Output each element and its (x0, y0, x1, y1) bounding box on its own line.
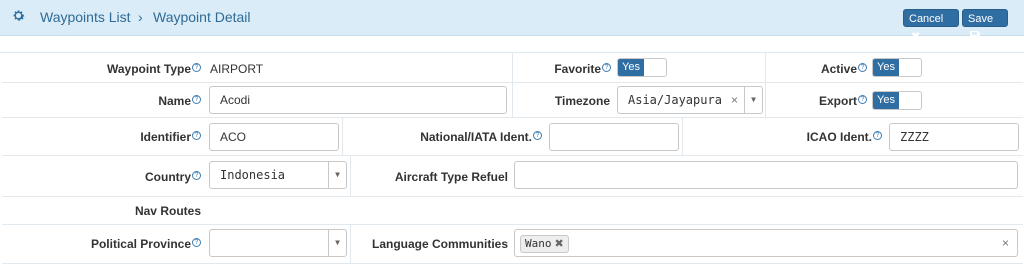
export-label-text: Export (818, 94, 857, 108)
identifier-input[interactable]: ACO (209, 123, 339, 151)
favorite-label-text: Favorite (554, 62, 601, 76)
name-label: Name? (2, 94, 201, 108)
form-row-5: Nav Routes (2, 197, 1023, 225)
help-icon[interactable]: ? (192, 171, 201, 180)
cell-divider (512, 53, 513, 82)
save-button-label: Save (968, 13, 994, 25)
country-label-text: Country (145, 170, 191, 184)
nav-routes-label: Nav Routes (134, 204, 201, 218)
political-province-label-text: Political Province (90, 237, 191, 251)
identifier-label: Identifier? (2, 130, 201, 144)
national-iata-label: National/IATA Ident.? (344, 130, 542, 144)
national-iata-label-text: National/IATA Ident. (420, 130, 532, 144)
help-icon[interactable]: ? (858, 95, 867, 104)
favorite-toggle[interactable]: Yes (617, 58, 667, 77)
help-icon[interactable]: ? (192, 131, 201, 140)
favorite-toggle-on: Yes (618, 59, 644, 76)
country-label: Country? (2, 170, 201, 184)
help-icon[interactable]: ? (192, 238, 201, 247)
form-row-6: Political Province? ▼ Language Communiti… (2, 225, 1023, 264)
form-row-4: Country? Indonesia ▼ Aircraft Type Refue… (2, 156, 1023, 197)
remove-tag-icon[interactable]: ✖ (555, 238, 564, 250)
cell-divider (512, 83, 513, 117)
waypoint-type-label: Waypoint Type? (2, 62, 201, 76)
breadcrumb-waypoints-list[interactable]: Waypoints List (40, 9, 131, 25)
political-province-label: Political Province? (2, 237, 201, 251)
name-label-text: Name (158, 94, 191, 108)
language-communities-multiselect[interactable]: Wano ✖ × (514, 229, 1018, 257)
form-row-1: Waypoint Type? AIRPORT Favorite? Yes Act… (2, 53, 1023, 83)
waypoint-type-value: AIRPORT (210, 62, 264, 76)
timezone-value: Asia/Jayapura (628, 93, 722, 107)
cell-divider (765, 83, 766, 117)
active-toggle-on: Yes (873, 59, 899, 76)
chevron-down-icon[interactable]: ▼ (328, 162, 346, 188)
icao-label-text: ICAO Ident. (806, 130, 872, 144)
export-label: Export? (767, 94, 867, 108)
favorite-label: Favorite? (514, 62, 611, 76)
country-select[interactable]: Indonesia ▼ (209, 161, 347, 189)
language-clear-icon[interactable]: × (1002, 230, 1009, 256)
active-label: Active? (767, 62, 867, 76)
gear-icon[interactable] (11, 8, 27, 24)
aircraft-type-refuel-input[interactable] (514, 161, 1018, 189)
help-icon[interactable]: ? (873, 131, 882, 140)
timezone-select[interactable]: Asia/Jayapura × ▼ (617, 86, 763, 114)
national-iata-input[interactable] (549, 123, 679, 151)
help-icon[interactable]: ? (533, 131, 542, 140)
name-input[interactable]: Acodi (209, 86, 507, 114)
export-toggle[interactable]: Yes (872, 91, 922, 110)
language-tag: Wano ✖ (520, 235, 569, 253)
help-icon[interactable]: ? (858, 63, 867, 72)
active-toggle[interactable]: Yes (872, 58, 922, 77)
breadcrumb-waypoint-detail: Waypoint Detail (153, 9, 251, 25)
chevron-down-icon[interactable]: ▼ (328, 230, 346, 256)
icao-label: ICAO Ident.? (684, 130, 882, 144)
identifier-label-text: Identifier (140, 130, 191, 144)
cell-divider (682, 118, 683, 155)
form-row-2: Name? Acodi Timezone Asia/Jayapura × ▼ E… (2, 83, 1023, 118)
cell-divider (350, 225, 351, 263)
waypoint-type-label-text: Waypoint Type (107, 62, 191, 76)
timezone-label: Timezone (554, 94, 610, 108)
cell-divider (765, 53, 766, 82)
country-value: Indonesia (220, 168, 286, 182)
help-icon[interactable]: ? (192, 63, 201, 72)
export-toggle-on: Yes (873, 92, 899, 109)
form-row-3: Identifier? ACO National/IATA Ident.? IC… (2, 118, 1023, 156)
aircraft-type-refuel-label: Aircraft Type Refuel (394, 170, 508, 184)
chevron-down-icon[interactable]: ▼ (744, 87, 762, 113)
help-icon[interactable]: ? (602, 63, 611, 72)
language-communities-label: Language Communities (371, 237, 508, 251)
page-header: Waypoints List › Waypoint Detail Cancel … (0, 0, 1024, 43)
timezone-clear-icon[interactable]: × (731, 87, 738, 113)
political-province-select[interactable]: ▼ (209, 229, 347, 257)
cell-divider (350, 156, 351, 196)
help-icon[interactable]: ? (192, 95, 201, 104)
language-tag-label: Wano (525, 237, 552, 250)
breadcrumb-separator: › (138, 9, 143, 25)
icao-input[interactable]: ZZZZ (889, 123, 1019, 151)
cancel-button[interactable]: Cancel ✖ (903, 9, 959, 43)
header-spacer (0, 36, 1024, 53)
save-button[interactable]: Save (962, 9, 1008, 41)
cancel-button-label: Cancel (909, 13, 944, 25)
cell-divider (342, 118, 343, 155)
active-label-text: Active (820, 62, 857, 76)
